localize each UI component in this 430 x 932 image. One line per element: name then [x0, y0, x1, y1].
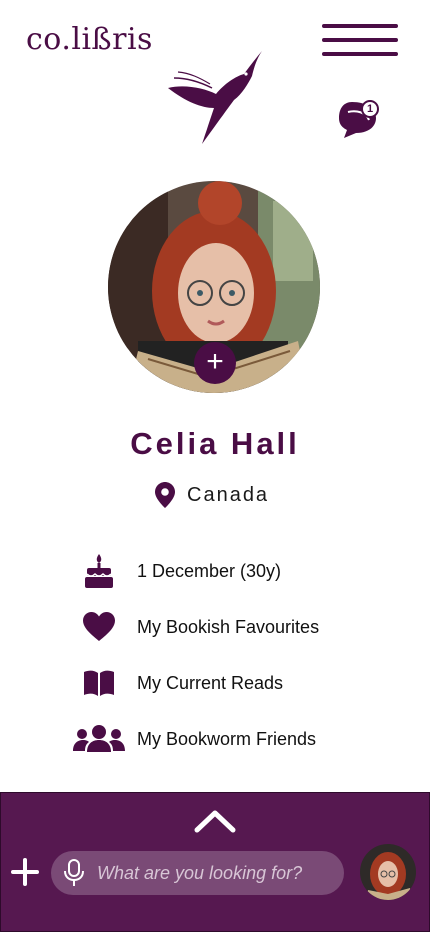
plus-icon[interactable] — [10, 857, 40, 887]
add-photo-button[interactable]: + — [194, 342, 236, 384]
app-logo[interactable]: co.lißris — [26, 22, 153, 57]
heart-icon — [83, 612, 115, 641]
hummingbird-icon — [168, 51, 262, 144]
cake-icon — [85, 554, 113, 588]
chevron-up-icon[interactable] — [193, 808, 237, 836]
location-text: Canada — [187, 483, 270, 506]
microphone-icon[interactable] — [63, 859, 85, 887]
favourites-row[interactable]: My Bookish Favourites — [72, 609, 392, 645]
notification-badge: 1 — [361, 100, 379, 118]
friends-icon — [73, 725, 125, 752]
friends-label: My Bookworm Friends — [137, 728, 317, 749]
current-reads-row[interactable]: My Current Reads — [72, 665, 392, 701]
hamburger-icon — [322, 24, 398, 28]
birthday-row[interactable]: 1 December (30y) — [72, 553, 392, 589]
hamburger-line — [322, 38, 398, 42]
favourites-label: My Bookish Favourites — [137, 616, 320, 637]
search-bar[interactable] — [51, 851, 344, 895]
location-row: Canada — [155, 482, 269, 508]
friends-row[interactable]: My Bookworm Friends — [72, 721, 392, 757]
user-avatar[interactable] — [360, 844, 416, 900]
menu-button[interactable] — [322, 22, 398, 58]
profile-name: Celia Hall — [130, 426, 300, 461]
birthday-label: 1 December (30y) — [137, 560, 282, 581]
search-input[interactable] — [97, 862, 317, 884]
location-pin-icon — [155, 482, 175, 508]
book-icon — [84, 670, 114, 696]
hamburger-line — [322, 52, 398, 56]
current-reads-label: My Current Reads — [137, 672, 284, 693]
